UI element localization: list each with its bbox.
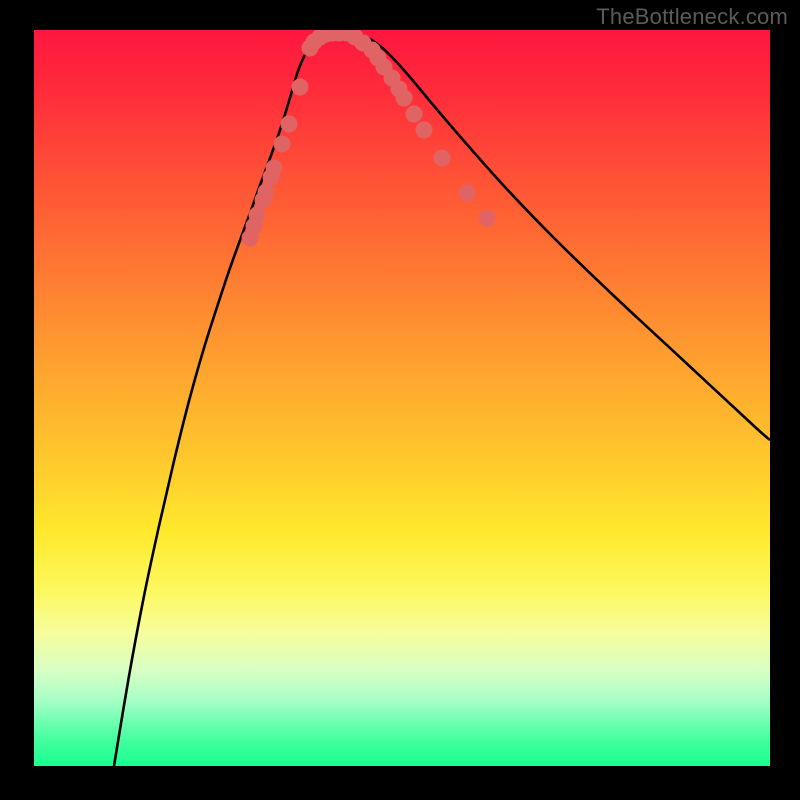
data-dot	[459, 185, 476, 202]
data-dot	[266, 160, 283, 177]
data-dot	[274, 136, 291, 153]
data-dot	[434, 150, 451, 167]
watermark-text: TheBottleneck.com	[596, 4, 788, 30]
plot-area	[34, 30, 770, 766]
bottleneck-curve	[114, 33, 770, 766]
data-dot	[249, 207, 266, 224]
data-dot	[281, 116, 298, 133]
data-dots	[242, 30, 496, 247]
data-dot	[258, 184, 275, 201]
chart-frame: TheBottleneck.com	[0, 0, 800, 800]
curve-svg	[34, 30, 770, 766]
data-dot	[292, 79, 309, 96]
data-dot	[416, 122, 433, 139]
data-dot	[406, 106, 423, 123]
data-dot	[479, 210, 496, 227]
data-dot	[396, 90, 413, 107]
